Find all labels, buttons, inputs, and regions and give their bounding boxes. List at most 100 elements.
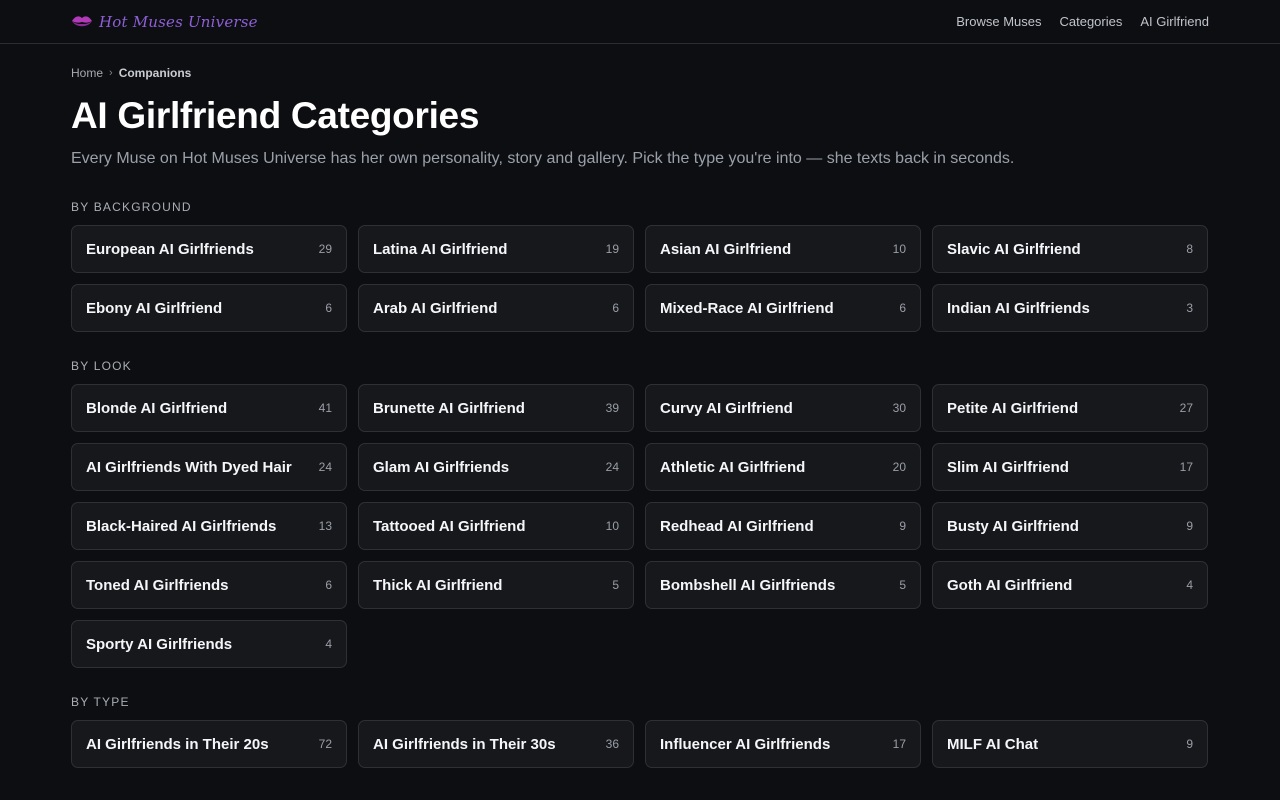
category-count: 9	[1186, 519, 1193, 533]
category-card[interactable]: Thick AI Girlfriend 5	[358, 561, 634, 609]
category-name: Arab AI Girlfriend	[373, 299, 498, 317]
section-label: BY TYPE	[71, 695, 130, 709]
category-card[interactable]: Slim AI Girlfriend 17	[932, 443, 1208, 491]
category-count: 5	[899, 578, 906, 592]
category-name: European AI Girlfriends	[86, 240, 254, 258]
category-count: 17	[1179, 460, 1193, 474]
category-name: Influencer AI Girlfriends	[660, 735, 831, 753]
section-by-look: BY LOOK Blonde AI Girlfriend 41 Brunette …	[71, 359, 1209, 668]
category-count: 17	[892, 737, 906, 751]
category-name: Slavic AI Girlfriend	[947, 240, 1081, 258]
page-subtitle: Every Muse on Hot Muses Universe has her…	[71, 150, 1015, 167]
category-card[interactable]: Indian AI Girlfriends 3	[932, 284, 1208, 332]
category-card[interactable]: Petite AI Girlfriend 27	[932, 384, 1208, 432]
category-name: Athletic AI Girlfriend	[660, 458, 806, 476]
category-card[interactable]: AI Girlfriends With Dyed Hair 24	[71, 443, 347, 491]
category-count: 29	[318, 242, 332, 256]
category-count: 8	[1186, 242, 1193, 256]
category-card[interactable]: Busty AI Girlfriend 9	[932, 502, 1208, 550]
category-card[interactable]: Curvy AI Girlfriend 30	[645, 384, 921, 432]
main-nav: Browse Muses Categories AI Girlfriend	[956, 14, 1209, 29]
category-card[interactable]: Bombshell AI Girlfriends 5	[645, 561, 921, 609]
category-name: Ebony AI Girlfriend	[86, 299, 223, 317]
section-by-type: BY TYPE AI Girlfriends in Their 20s 72 AI…	[71, 695, 1209, 768]
nav-ai-girlfriend[interactable]: AI Girlfriend	[1140, 14, 1209, 29]
category-count: 9	[1186, 737, 1193, 751]
category-card[interactable]: Mixed-Race AI Girlfriend 6	[645, 284, 921, 332]
category-name: Thick AI Girlfriend	[373, 576, 503, 594]
category-name: Toned AI Girlfriends	[86, 576, 229, 594]
category-count: 72	[318, 737, 332, 751]
category-grid: European AI Girlfriends 29 Latina AI Girl…	[71, 225, 1209, 332]
category-card[interactable]: Redhead AI Girlfriend 9	[645, 502, 921, 550]
category-card[interactable]: Ebony AI Girlfriend 6	[71, 284, 347, 332]
category-name: Tattooed AI Girlfriend	[373, 517, 526, 535]
category-count: 20	[892, 460, 906, 474]
section-label: BY BACKGROUND	[71, 200, 192, 214]
category-name: Blonde AI Girlfriend	[86, 399, 228, 417]
category-card[interactable]: Brunette AI Girlfriend 39	[358, 384, 634, 432]
category-count: 10	[605, 519, 619, 533]
category-card[interactable]: AI Girlfriends in Their 30s 36	[358, 720, 634, 768]
category-card[interactable]: Toned AI Girlfriends 6	[71, 561, 347, 609]
breadcrumb-current: Companions	[118, 66, 192, 80]
category-card[interactable]: Tattooed AI Girlfriend 10	[358, 502, 634, 550]
category-name: MILF AI Chat	[947, 735, 1039, 753]
category-name: Slim AI Girlfriend	[947, 458, 1069, 476]
category-count: 30	[892, 401, 906, 415]
category-name: Busty AI Girlfriend	[947, 517, 1079, 535]
category-count: 6	[325, 578, 332, 592]
category-count: 24	[605, 460, 619, 474]
breadcrumb-separator: ›	[109, 67, 113, 79]
category-card[interactable]: Influencer AI Girlfriends 17	[645, 720, 921, 768]
category-count: 19	[605, 242, 619, 256]
category-name: Black-Haired AI Girlfriends	[86, 517, 277, 535]
category-name: Indian AI Girlfriends	[947, 299, 1090, 317]
category-count: 5	[612, 578, 619, 592]
category-count: 6	[325, 301, 332, 315]
category-card[interactable]: European AI Girlfriends 29	[71, 225, 347, 273]
site-logo[interactable]: Hot Muses Universe	[71, 13, 258, 31]
logo-text: Hot Muses Universe	[99, 12, 258, 31]
category-card[interactable]: AI Girlfriends in Their 20s 72	[71, 720, 347, 768]
category-card[interactable]: Blonde AI Girlfriend 41	[71, 384, 347, 432]
nav-categories[interactable]: Categories	[1059, 14, 1122, 29]
category-name: Glam AI Girlfriends	[373, 458, 510, 476]
category-count: 36	[605, 737, 619, 751]
category-card[interactable]: Latina AI Girlfriend 19	[358, 225, 634, 273]
category-count: 6	[899, 301, 906, 315]
category-card[interactable]: Athletic AI Girlfriend 20	[645, 443, 921, 491]
category-name: Curvy AI Girlfriend	[660, 399, 793, 417]
section-by-background: BY BACKGROUND European AI Girlfriends 29 …	[71, 200, 1209, 332]
category-count: 9	[899, 519, 906, 533]
category-name: Asian AI Girlfriend	[660, 240, 792, 258]
page-title: AI Girlfriend Categories	[71, 95, 480, 136]
category-card[interactable]: Sporty AI Girlfriends 4	[71, 620, 347, 668]
category-card[interactable]: MILF AI Chat 9	[932, 720, 1208, 768]
category-name: AI Girlfriends in Their 20s	[86, 735, 269, 753]
category-count: 3	[1186, 301, 1193, 315]
category-name: Latina AI Girlfriend	[373, 240, 508, 258]
category-grid: Blonde AI Girlfriend 41 Brunette AI Girlf…	[71, 384, 1209, 668]
category-count: 39	[605, 401, 619, 415]
lips-icon	[72, 15, 92, 26]
breadcrumb-home-link[interactable]: Home	[71, 66, 103, 80]
category-card[interactable]: Asian AI Girlfriend 10	[645, 225, 921, 273]
category-card[interactable]: Slavic AI Girlfriend 8	[932, 225, 1208, 273]
category-card[interactable]: Arab AI Girlfriend 6	[358, 284, 634, 332]
top-navigation-bar: Hot Muses Universe Browse Muses Categori…	[0, 0, 1280, 44]
category-name: Mixed-Race AI Girlfriend	[660, 299, 834, 317]
category-count: 6	[612, 301, 619, 315]
category-name: Sporty AI Girlfriends	[86, 635, 233, 653]
main-content: Home › Companions AI Girlfriend Categori…	[0, 66, 1280, 768]
category-card[interactable]: Black-Haired AI Girlfriends 13	[71, 502, 347, 550]
category-name: AI Girlfriends With Dyed Hair	[86, 458, 292, 476]
category-card[interactable]: Glam AI Girlfriends 24	[358, 443, 634, 491]
category-count: 27	[1179, 401, 1193, 415]
category-name: Goth AI Girlfriend	[947, 576, 1073, 594]
nav-browse-muses[interactable]: Browse Muses	[956, 14, 1041, 29]
category-count: 13	[318, 519, 332, 533]
category-name: Brunette AI Girlfriend	[373, 399, 525, 417]
category-card[interactable]: Goth AI Girlfriend 4	[932, 561, 1208, 609]
category-grid: AI Girlfriends in Their 20s 72 AI Girlfri…	[71, 720, 1209, 768]
